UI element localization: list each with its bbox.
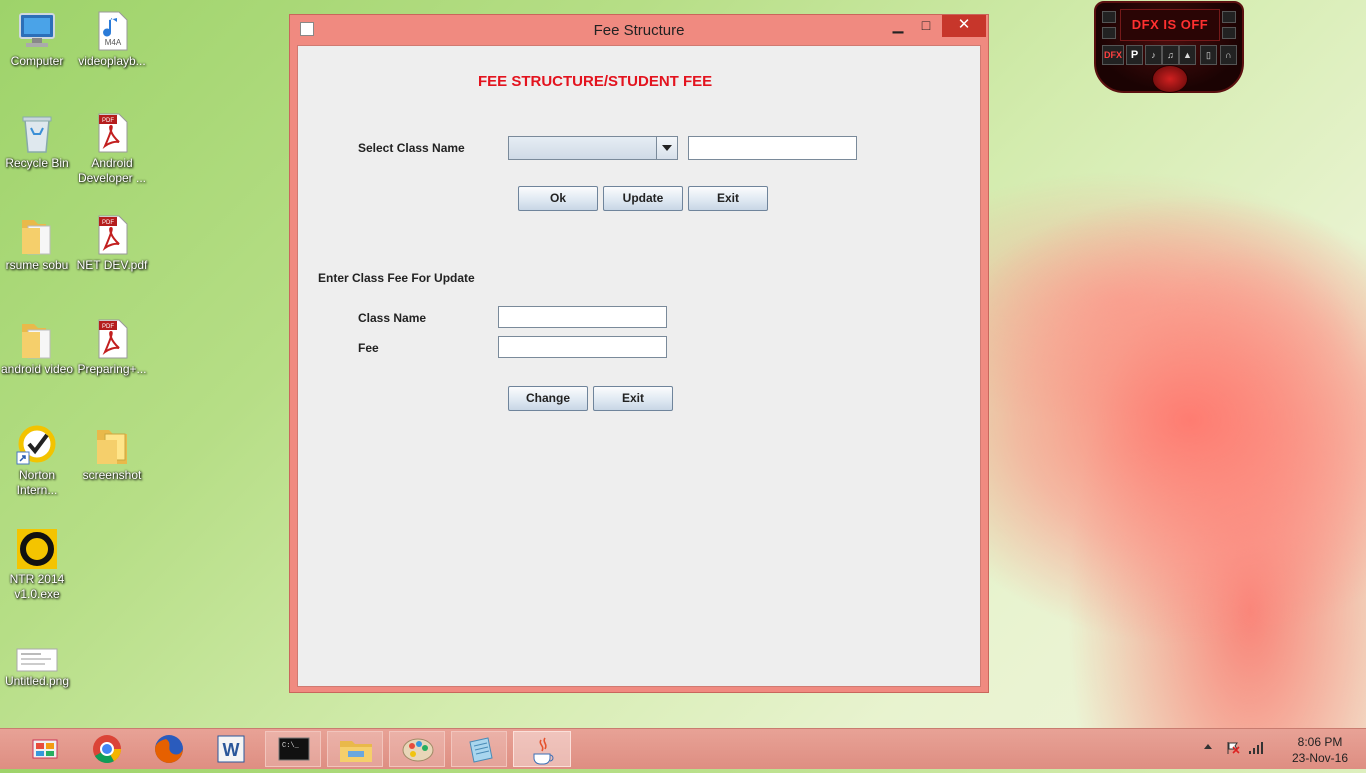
dfx-logo[interactable]: DFX [1102,45,1124,65]
command-prompt-icon[interactable]: C:\_ [265,731,321,767]
desktop-icon-android-developer-pdf[interactable]: PDF Android Developer ... [75,112,149,186]
update-button[interactable]: Update [603,186,683,211]
desktop-icon-label: Preparing+... [77,362,147,376]
desktop-icon-label: Computer [10,54,64,68]
maximize-button[interactable]: □ [912,15,940,37]
fee-structure-window: Fee Structure ▁ □ ✕ FEE STRUCTURE/STUDEN… [289,14,989,693]
desktop-icon-ntr-2014[interactable]: NTR 2014 v1.0.exe [0,528,74,602]
dfx-settings-icon-2[interactable] [1222,27,1236,39]
dfx-mode-icon[interactable]: ▯ [1200,45,1217,65]
norton-icon [16,424,58,466]
recycle-bin-icon [16,112,58,154]
taskbar-windows-explorer-icon[interactable] [18,731,72,767]
fee-label: Fee [358,341,379,355]
dfx-status-display: DFX IS OFF [1120,9,1220,41]
music-notes-icon[interactable]: ♫ [1162,45,1179,65]
desktop-icon-label: videoplayb... [78,54,146,68]
window-content: FEE STRUCTURE/STUDENT FEE Select Class N… [297,45,981,687]
clock-time: 8:06 PM [1297,735,1343,749]
svg-text:PDF: PDF [102,324,114,330]
pdf-file-icon: PDF [91,112,133,154]
ntr-app-icon [16,528,58,570]
desktop-icon-label: android video [0,362,74,376]
dfx-up-arrow-icon[interactable] [1102,11,1116,23]
music-note-icon[interactable]: ♪ [1145,45,1162,65]
svg-text:M4A: M4A [105,38,122,47]
taskbar: W C:\_ 8:06 PM 23-Nov-16 [0,728,1366,769]
dfx-audio-widget: DFX IS OFF DFX P ♪ ♫ ▲ ▯ ∩ [1094,1,1244,93]
computer-icon [16,10,58,52]
class-name-input[interactable] [498,306,667,328]
class-name-label: Class Name [358,311,427,325]
notepad-icon[interactable] [451,731,507,767]
desktop-icon-net-dev-pdf[interactable]: PDF NET DEV.pdf [75,214,149,273]
folder-icon [16,214,58,256]
change-button[interactable]: Change [508,386,588,411]
chevron-down-icon[interactable] [656,137,677,159]
pdf-file-icon: PDF [91,318,133,360]
network-signal-icon[interactable] [1248,741,1264,755]
desktop-icon-recycle-bin[interactable]: Recycle Bin [0,112,74,171]
desktop-icon-preparing-pdf[interactable]: PDF Preparing+... [75,318,149,377]
svg-text:C:\_: C:\_ [282,742,300,750]
page-title: FEE STRUCTURE/STUDENT FEE [478,73,713,90]
java-app-taskbar-icon[interactable] [513,731,571,767]
image-file-icon [16,646,58,672]
speaker-icon[interactable]: ▲ [1179,45,1196,65]
firefox-icon[interactable] [142,731,196,767]
select-class-label: Select Class Name [358,141,465,155]
exit-button[interactable]: Exit [688,186,768,211]
update-exit-button[interactable]: Exit [593,386,673,411]
pdf-file-icon: PDF [91,214,133,256]
desktop-icon-computer[interactable]: Computer [0,10,74,69]
update-section-label: Enter Class Fee For Update [318,271,475,285]
dfx-down-arrow-icon[interactable] [1102,27,1116,39]
desktop-icon-norton[interactable]: Norton Intern... [0,424,74,498]
class-name-display-field[interactable] [688,136,857,160]
word-icon[interactable]: W [204,731,258,767]
desktop-icon-label: Android Developer ... [77,156,147,185]
desktop-icon-label: NTR 2014 v1.0.exe [9,572,65,601]
show-hidden-icons-chevron-icon[interactable] [1204,744,1212,749]
desktop-icon-label: screenshot [82,468,142,482]
paint-icon[interactable] [389,731,445,767]
dfx-settings-icon[interactable] [1222,11,1236,23]
desktop-icon-label: Untitled.png [4,674,70,688]
folder-icon [91,424,133,466]
svg-text:W: W [223,740,240,760]
desktop-icon-rsume-sobu[interactable]: rsume sobu [0,214,74,273]
desktop-icon-screenshot[interactable]: screenshot [75,424,149,483]
window-titlebar[interactable]: Fee Structure ▁ □ ✕ [290,15,988,45]
desktop-icon-android-video[interactable]: android video [0,318,74,377]
desktop-icon-label: Norton Intern... [16,468,58,497]
close-button[interactable]: ✕ [942,15,986,37]
desktop-icon-label: Recycle Bin [5,156,69,170]
fee-input[interactable] [498,336,667,358]
file-explorer-icon[interactable] [327,731,383,767]
audio-file-icon: M4A [91,10,133,52]
desktop-icon-videoplayback[interactable]: M4A videoplayb... [75,10,149,69]
dfx-preset-button[interactable]: P [1126,45,1143,65]
minimize-button[interactable]: ▁ [884,15,912,37]
desktop-icon-label: rsume sobu [5,258,69,272]
clock[interactable]: 8:06 PM 23-Nov-16 [1280,734,1360,766]
desktop-icon-untitled-png[interactable]: Untitled.png [0,646,74,689]
chrome-icon[interactable] [80,731,134,767]
headphones-icon[interactable]: ∩ [1220,45,1237,65]
svg-text:PDF: PDF [102,220,114,226]
svg-text:PDF: PDF [102,118,114,124]
class-select-dropdown[interactable] [508,136,678,160]
clock-date: 23-Nov-16 [1291,751,1349,765]
power-icon[interactable] [1152,65,1188,93]
ok-button[interactable]: Ok [518,186,598,211]
desktop-icon-label: NET DEV.pdf [76,258,148,272]
folder-icon [16,318,58,360]
action-center-flag-icon[interactable] [1226,741,1240,755]
